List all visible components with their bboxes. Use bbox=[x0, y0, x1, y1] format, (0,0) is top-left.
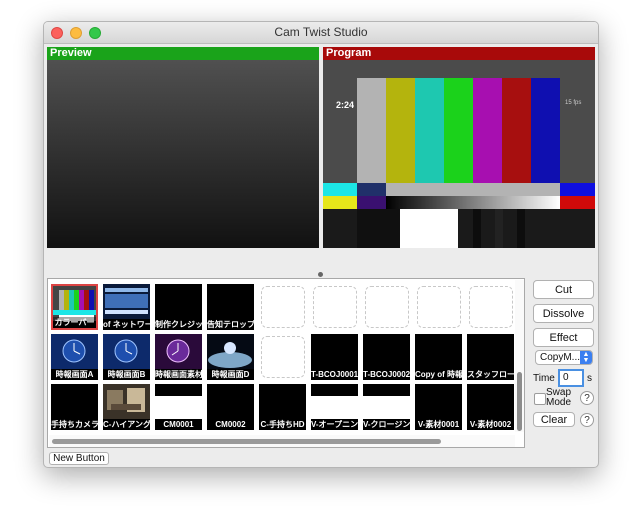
scene-tile[interactable]: V-素材0001 bbox=[415, 384, 462, 430]
scene-grid: カラーバー of ネットワーク制作クレジット告知テロップ時報画面A 時報画面B 時報画… bbox=[47, 278, 525, 448]
scene-tile-label: Copy of 時報音 bbox=[415, 369, 462, 380]
scene-tile-label: 告知テロップ bbox=[207, 319, 254, 330]
empty-slot[interactable] bbox=[365, 286, 409, 328]
scene-tile-label: 手持ちカメラ bbox=[51, 419, 98, 430]
new-button[interactable]: New Button bbox=[49, 452, 109, 465]
clear-button[interactable]: Clear bbox=[533, 412, 575, 427]
scene-tile[interactable]: C-ハイアングル bbox=[103, 384, 150, 430]
help-icon[interactable]: ? bbox=[580, 391, 594, 405]
scene-tile-label: C-手持ちHD bbox=[259, 419, 306, 430]
scene-tile[interactable]: カラーバー bbox=[51, 284, 98, 330]
empty-slot[interactable] bbox=[417, 286, 461, 328]
horizontal-scrollbar-thumb[interactable] bbox=[52, 439, 441, 444]
scene-tile-label: スタッフロール bbox=[467, 369, 514, 380]
time-unit: s bbox=[587, 373, 592, 384]
empty-slot[interactable] bbox=[313, 286, 357, 328]
help-icon[interactable]: ? bbox=[580, 413, 594, 427]
scene-tile-label: V-素材0001 bbox=[415, 419, 462, 430]
scene-tile-label: V-素材0002 bbox=[467, 419, 514, 430]
scene-tile[interactable]: T-BCOJ0002 bbox=[363, 334, 410, 380]
scene-tile-label: 時報画面D bbox=[207, 369, 254, 380]
scene-tile[interactable]: スタッフロール bbox=[467, 334, 514, 380]
program-overlay-text: 15 fps bbox=[565, 100, 582, 106]
scene-tile-label: of ネットワーク bbox=[103, 319, 150, 330]
scene-tile[interactable]: V-オープニング bbox=[311, 384, 358, 430]
scene-tile[interactable]: 時報画面B bbox=[103, 334, 150, 380]
window-title: Cam Twist Studio bbox=[274, 25, 368, 39]
scene-tile[interactable]: CM0001 bbox=[155, 384, 202, 430]
preview-label: Preview bbox=[47, 47, 319, 60]
scene-tile[interactable]: 時報画面D bbox=[207, 334, 254, 380]
scene-tile[interactable]: C-手持ちHD bbox=[259, 384, 306, 430]
scene-tile[interactable]: of ネットワーク bbox=[103, 284, 150, 330]
effect-button[interactable]: Effect bbox=[533, 328, 594, 347]
scene-tile[interactable]: 告知テロップ bbox=[207, 284, 254, 330]
time-input[interactable]: 0 bbox=[558, 369, 584, 387]
title-bar[interactable]: Cam Twist Studio bbox=[44, 22, 598, 44]
preview-screen bbox=[47, 60, 319, 248]
scene-tile-label: カラーバー bbox=[53, 317, 96, 328]
program-timestamp: 2:24 bbox=[336, 100, 355, 110]
scene-tile-label: CM0001 bbox=[155, 419, 202, 430]
scene-tile[interactable]: 時報画面素材C bbox=[155, 334, 202, 380]
scene-tile[interactable]: 手持ちカメラ bbox=[51, 384, 98, 430]
scene-tile[interactable]: CM0002 bbox=[207, 384, 254, 430]
chevron-updown-icon: ▲ ▼ bbox=[580, 351, 592, 364]
app-window: Cam Twist Studio Preview Program 2:24 15… bbox=[43, 21, 599, 468]
swap-mode-label: Swap Mode bbox=[546, 387, 572, 408]
split-divider-handle[interactable] bbox=[318, 272, 323, 277]
swap-mode-checkbox[interactable] bbox=[534, 393, 546, 405]
scene-tile-label: T-BCOJ0002 bbox=[363, 369, 410, 380]
empty-slot[interactable] bbox=[261, 336, 305, 378]
scene-tile-label: V-オープニング bbox=[311, 419, 358, 430]
scene-tile[interactable]: 制作クレジット bbox=[155, 284, 202, 330]
scene-tile-label: 制作クレジット bbox=[155, 319, 202, 330]
scene-tile[interactable]: 時報画面A bbox=[51, 334, 98, 380]
scene-tile-label: V-クロージング bbox=[363, 419, 410, 430]
copy-mode-select[interactable]: CopyM... ▲ ▼ bbox=[535, 350, 593, 365]
cut-button[interactable]: Cut bbox=[533, 280, 594, 299]
scene-tile[interactable]: V-クロージング bbox=[363, 384, 410, 430]
scene-tile-label: CM0002 bbox=[207, 419, 254, 430]
copy-mode-value: CopyM... bbox=[540, 352, 581, 363]
empty-slot[interactable] bbox=[469, 286, 513, 328]
dissolve-button[interactable]: Dissolve bbox=[533, 304, 594, 323]
time-label: Time bbox=[533, 373, 555, 384]
scene-tile[interactable]: V-素材0002 bbox=[467, 384, 514, 430]
vertical-scrollbar-thumb[interactable] bbox=[517, 372, 522, 431]
empty-slot[interactable] bbox=[261, 286, 305, 328]
scene-tile-label: T-BCOJ0001 bbox=[311, 369, 358, 380]
program-label: Program bbox=[323, 47, 595, 60]
scene-tile-label: 時報画面素材C bbox=[155, 369, 202, 380]
scene-tile-label: 時報画面A bbox=[51, 369, 98, 380]
color-bars-image bbox=[323, 60, 595, 248]
scene-tile-label: 時報画面B bbox=[103, 369, 150, 380]
scene-tile[interactable]: T-BCOJ0001 bbox=[311, 334, 358, 380]
scene-tile[interactable]: Copy of 時報音 bbox=[415, 334, 462, 380]
program-screen: 2:24 15 fps bbox=[323, 60, 595, 248]
scene-tile-label: C-ハイアングル bbox=[103, 419, 150, 430]
